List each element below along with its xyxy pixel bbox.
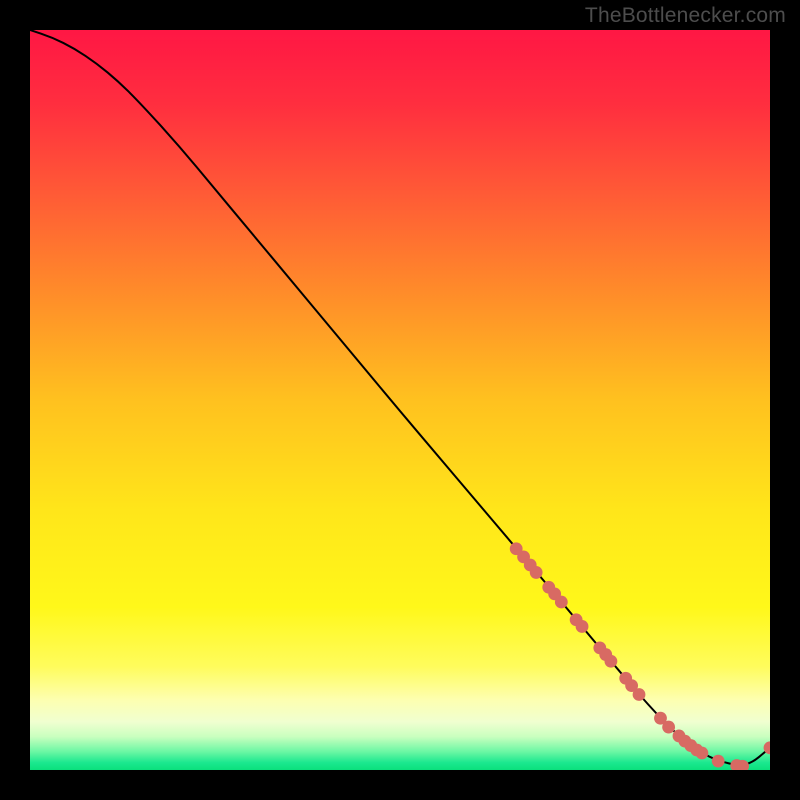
data-point-marker	[696, 747, 709, 760]
gradient-background	[30, 30, 770, 770]
data-point-marker	[555, 596, 568, 609]
data-point-marker	[712, 755, 725, 768]
chart-stage: TheBottlenecker.com	[0, 0, 800, 800]
plot-area	[30, 30, 770, 770]
data-point-marker	[530, 566, 543, 579]
data-point-marker	[605, 655, 618, 668]
data-point-marker	[662, 721, 675, 734]
chart-svg	[30, 30, 770, 770]
watermark-text: TheBottlenecker.com	[585, 4, 786, 28]
data-point-marker	[576, 620, 589, 633]
data-point-marker	[633, 688, 646, 701]
